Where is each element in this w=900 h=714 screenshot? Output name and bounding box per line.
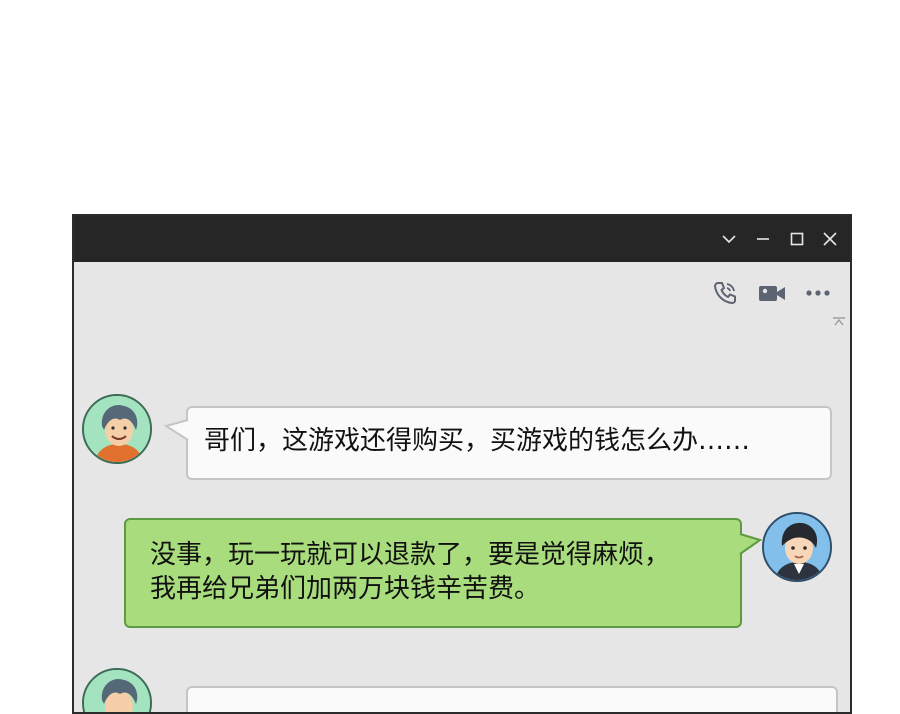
chat-window: 哥们，这游戏还得购买，买游戏的钱怎么办…… 没事，玩一玩就可以退款了，要是觉得麻… xyxy=(72,214,852,714)
message-text-line: 我再给兄弟们加两万块钱辛苦费。 xyxy=(150,574,541,604)
maximize-icon[interactable] xyxy=(786,228,808,250)
close-icon[interactable] xyxy=(819,228,841,250)
avatar[interactable] xyxy=(762,512,832,582)
chevron-down-icon[interactable] xyxy=(718,228,740,250)
pin-icon[interactable] xyxy=(832,312,846,326)
message-bubble xyxy=(186,686,838,712)
avatar[interactable] xyxy=(82,668,152,712)
message-text-line: 没事，玩一玩就可以退款了，要是觉得麻烦， xyxy=(150,540,671,570)
message-bubble: 哥们，这游戏还得购买，买游戏的钱怎么办…… xyxy=(164,406,832,480)
title-bar xyxy=(74,216,850,262)
avatar[interactable] xyxy=(82,394,152,464)
more-icon[interactable] xyxy=(803,278,833,308)
minimize-icon[interactable] xyxy=(752,228,774,250)
message-bubble: 没事，玩一玩就可以退款了，要是觉得麻烦， 我再给兄弟们加两万块钱辛苦费。 xyxy=(124,518,762,628)
video-call-icon[interactable] xyxy=(757,278,787,308)
message-text: 哥们，这游戏还得购买，买游戏的钱怎么办…… xyxy=(204,426,751,456)
voice-call-icon[interactable] xyxy=(710,278,740,308)
